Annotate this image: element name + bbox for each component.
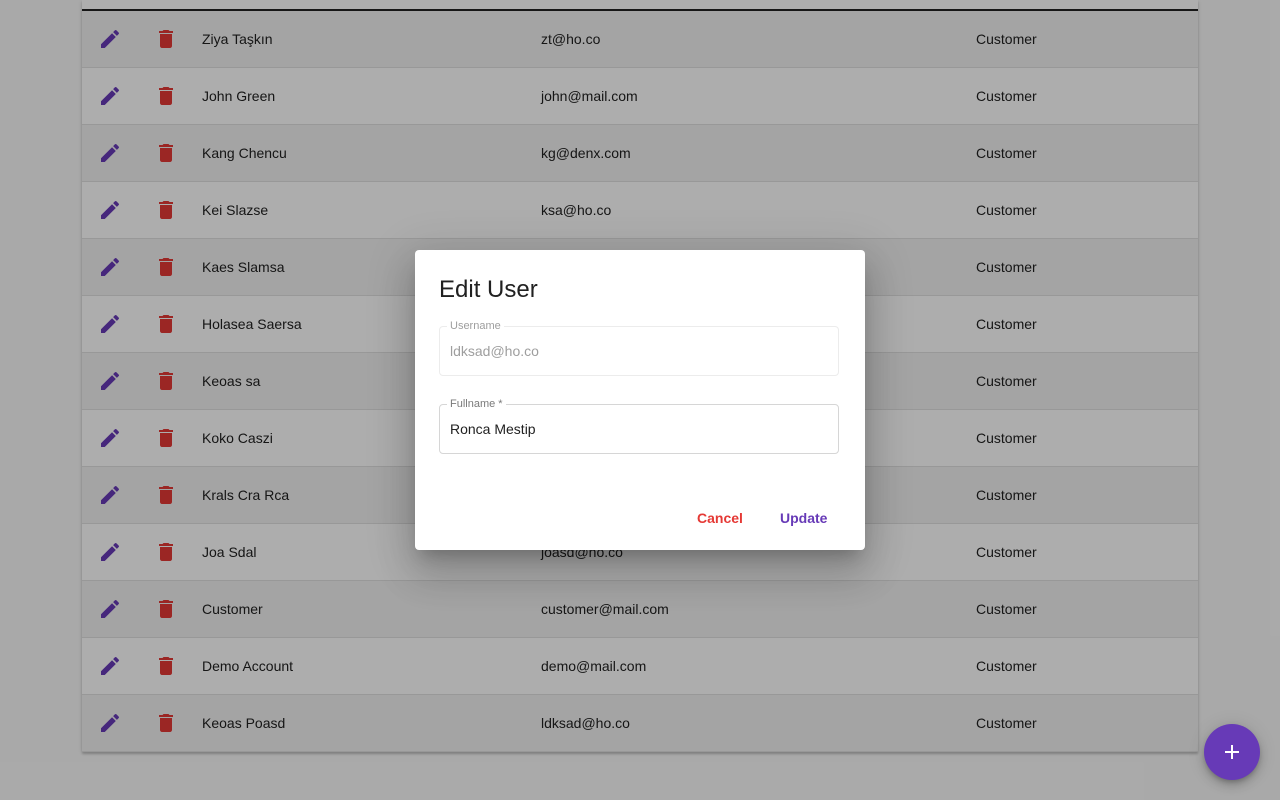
plus-icon	[1225, 745, 1239, 759]
username-label: Username	[447, 320, 504, 333]
fullname-input[interactable]	[450, 419, 820, 439]
fullname-label: Fullname *	[447, 398, 506, 411]
username-field: Username	[439, 320, 839, 376]
fullname-field[interactable]: Fullname *	[439, 398, 839, 454]
dialog-title: Edit User	[439, 276, 538, 303]
edit-user-dialog: Edit User Username Fullname * Cancel Upd…	[415, 250, 865, 550]
username-input	[450, 341, 820, 361]
page: Ziya Taşkın zt@ho.co Customer John Green joh…	[0, 0, 1280, 800]
update-button[interactable]: Update	[768, 500, 839, 536]
add-user-button[interactable]	[1204, 724, 1260, 780]
cancel-button[interactable]: Cancel	[685, 500, 755, 536]
